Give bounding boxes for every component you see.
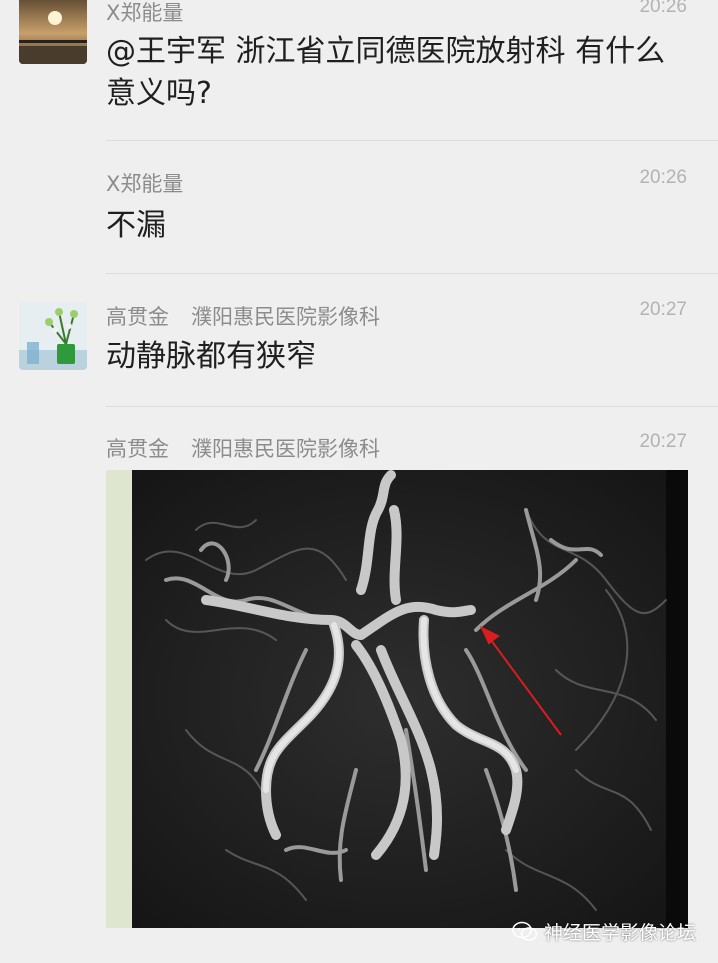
message-time: 20:27 [639, 431, 687, 452]
sender-name: 高贯金 濮阳惠民医院影像科 [106, 437, 380, 461]
brain-angiography-image[interactable] [106, 470, 688, 928]
avatar[interactable] [19, 302, 87, 370]
chat-feed: X郑能量 20:26 @王宇军 浙江省立同德医院放射科 有什么意义吗? X郑能量… [0, 0, 718, 963]
message-time: 20:26 [639, 0, 687, 17]
sender-name: X郑能量 [106, 172, 184, 196]
message-time: 20:26 [639, 167, 687, 188]
sunset-avatar-image [19, 0, 87, 64]
sender-name: 高贯金 濮阳惠民医院影像科 [106, 305, 380, 329]
watermark-text: 神经医学影像论坛 [543, 922, 696, 944]
mra-vessel-rendering [106, 470, 688, 928]
message-text: @王宇军 浙江省立同德医院放射科 有什么意义吗? [106, 34, 666, 111]
wechat-channel-icon [512, 921, 538, 941]
message-text: 动静脉都有狭窄 [106, 339, 316, 374]
plant-avatar-image [19, 302, 87, 370]
channel-watermark: 神经医学影像论坛 [512, 918, 696, 945]
chat-message: X郑能量 20:26 @王宇军 浙江省立同德医院放射科 有什么意义吗? [0, 0, 718, 140]
sender-name: X郑能量 [106, 1, 184, 25]
message-text: 不漏 [106, 208, 166, 243]
chat-message: 高贯金 濮阳惠民医院影像科 20:27 动静脉都有狭窄 [0, 274, 718, 406]
avatar[interactable] [19, 0, 87, 64]
message-time: 20:27 [639, 299, 687, 320]
chat-message: X郑能量 20:26 不漏 [0, 141, 718, 273]
